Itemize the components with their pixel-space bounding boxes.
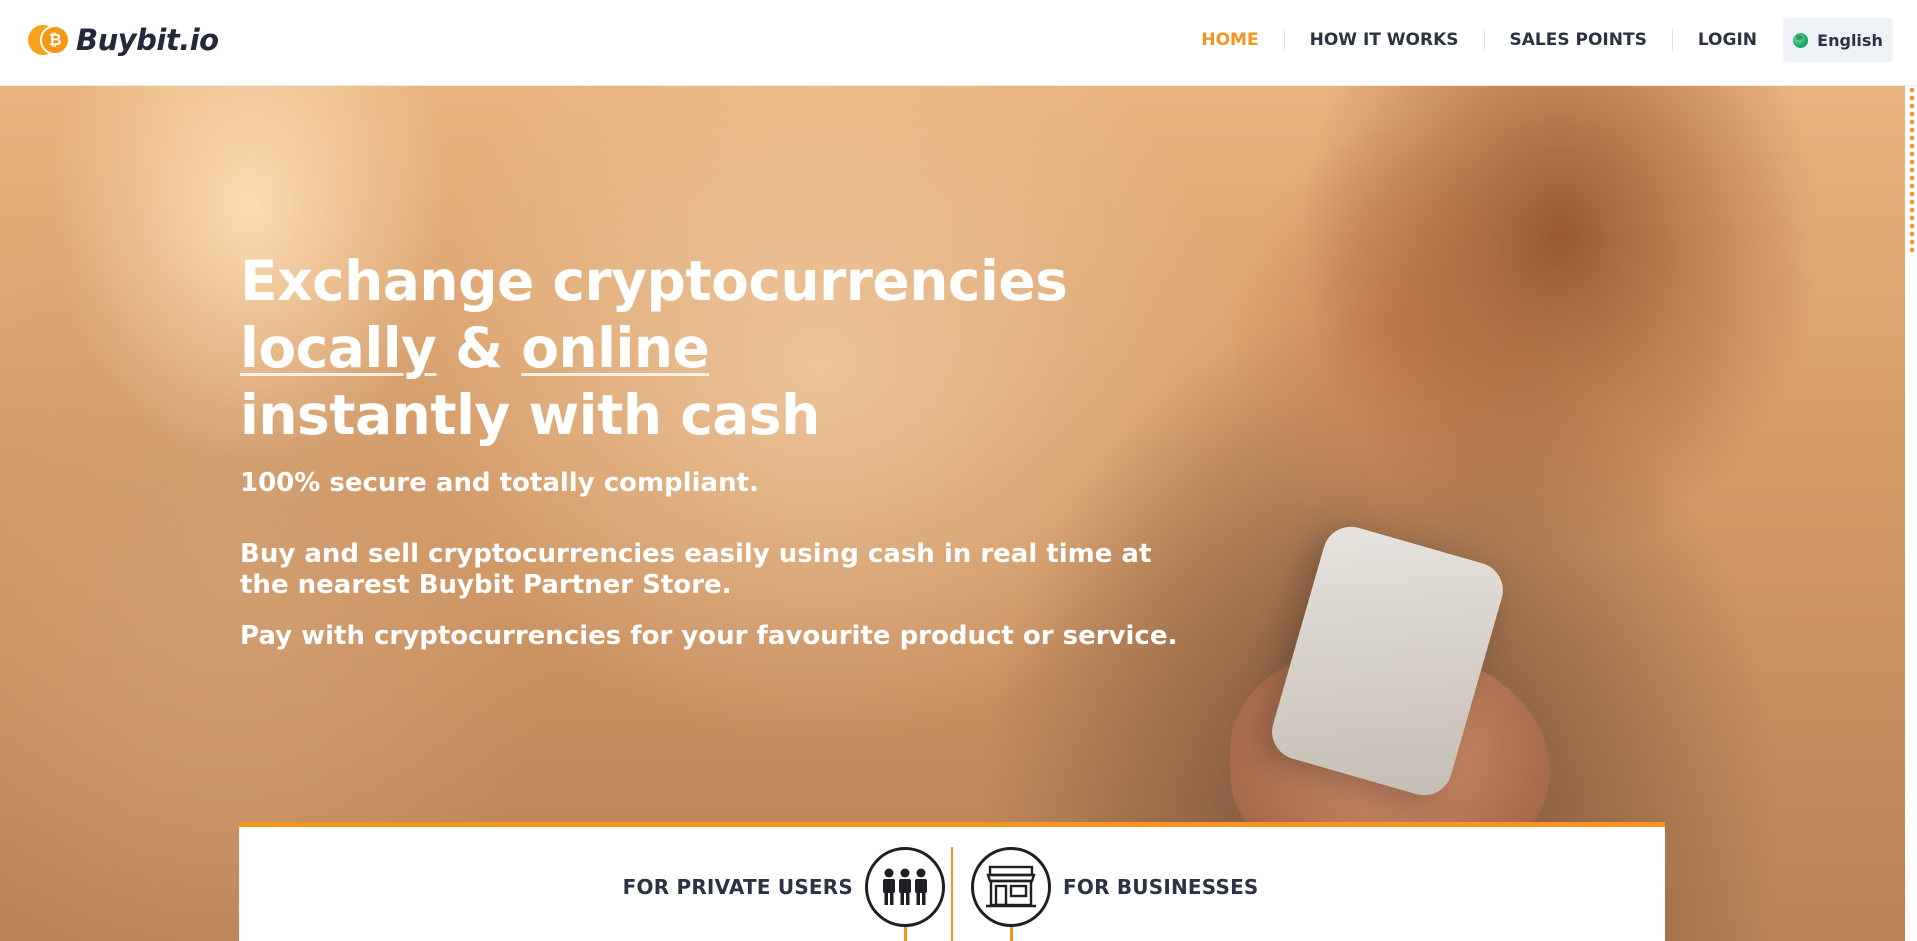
hero-paragraph-pay: Pay with cryptocurrencies for your favou… [240, 621, 1178, 651]
nav-login[interactable]: LOGIN [1671, 29, 1782, 51]
hero-title: Exchange cryptocurrencies locally & onli… [240, 248, 1240, 449]
brand-logo[interactable]: ₿ Buybit.io [28, 22, 219, 58]
users-group-icon [865, 847, 945, 941]
hero-title-amp: & [455, 316, 503, 380]
scroll-indicator[interactable] [1907, 86, 1917, 256]
nav-how-it-works[interactable]: HOW IT WORKS [1283, 29, 1484, 51]
nav-home[interactable]: HOME [1176, 29, 1283, 51]
main-nav: HOME HOW IT WORKS SALES POINTS LOGIN Eng… [1176, 18, 1893, 62]
brand-name: Buybit.io [76, 23, 219, 57]
businesses-option[interactable]: FOR BUSINESSES [971, 847, 1259, 941]
panel-divider [951, 847, 953, 941]
hero-section: Exchange cryptocurrencies locally & onli… [0, 86, 1905, 941]
language-label: English [1817, 30, 1883, 50]
hero-title-locally: locally [240, 316, 437, 380]
private-users-option[interactable]: FOR PRIVATE USERS [622, 847, 945, 941]
language-selector[interactable]: English [1783, 18, 1893, 62]
audience-panel: FOR PRIVATE USERS FOR BUSINESSES [239, 822, 1665, 941]
hero-title-line3: instantly with cash [240, 383, 820, 447]
hero-paragraph-buy-sell: Buy and sell cryptocurrencies easily usi… [240, 539, 1152, 600]
site-header: ₿ Buybit.io HOME HOW IT WORKS SALES POIN… [0, 0, 1917, 86]
bitcoin-coin-icon: ₿ [28, 25, 70, 55]
private-users-label: FOR PRIVATE USERS [622, 875, 853, 899]
hero-content: Exchange cryptocurrencies locally & onli… [240, 248, 1240, 652]
storefront-icon [971, 847, 1051, 941]
hero-title-online: online [521, 316, 710, 380]
globe-icon [1793, 32, 1809, 48]
hero-subtitle: 100% secure and totally compliant. [240, 468, 759, 498]
businesses-label: FOR BUSINESSES [1063, 875, 1259, 899]
hero-title-line1: Exchange cryptocurrencies [240, 249, 1068, 313]
nav-sales-points[interactable]: SALES POINTS [1483, 29, 1672, 51]
